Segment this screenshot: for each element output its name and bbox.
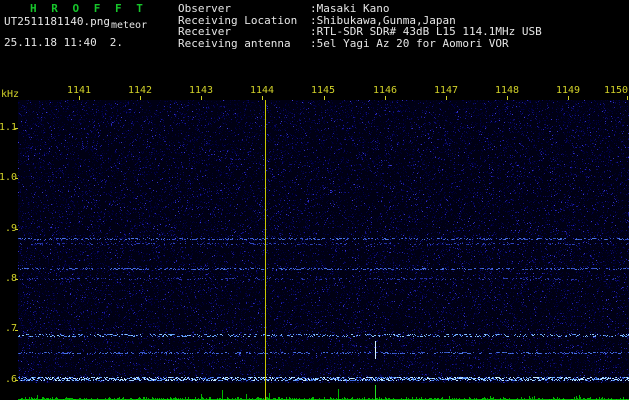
spectrogram-canvas — [18, 100, 629, 383]
info-label: Receiver — [178, 25, 231, 38]
x-tick-label: 1150 — [603, 85, 629, 96]
x-tick-label: 1146 — [372, 85, 398, 96]
app-title: H R O F F T — [30, 2, 147, 15]
output-filename: UT2511181140.pngmeteor — [4, 15, 148, 31]
x-tick-label: 1145 — [310, 85, 336, 96]
info-label: Observer — [178, 2, 231, 15]
x-tick-label: 1144 — [249, 85, 275, 96]
y-tick-label: .7 — [4, 323, 17, 334]
info-label: Receiving antenna — [178, 36, 291, 50]
x-tick-label: 1141 — [66, 85, 92, 96]
datetime-line: 25.11.18 11:40 2. — [4, 36, 123, 49]
info-value: :5el Yagi Az 20 for Aomori VOR — [310, 36, 509, 50]
info-row: Receiving antenna :5el Yagi Az 20 for Aom… — [178, 36, 542, 50]
hrofft-screen: H R O F F T UT2511181140.pngmeteor 25.11… — [0, 0, 629, 400]
x-tick-label: 1148 — [494, 85, 520, 96]
meteor-tag: meteor — [110, 20, 148, 31]
datetime-text: 25.11.18 11:40 — [4, 36, 97, 49]
x-tick-label: 1149 — [555, 85, 581, 96]
echo-count: 2. — [109, 36, 123, 49]
x-tick-label: 1142 — [127, 85, 153, 96]
meteor-event-marker — [265, 100, 266, 400]
station-info: Observer:Masaki Kano Receiving Location:… — [178, 3, 542, 49]
x-tick-label: 1147 — [433, 85, 459, 96]
signal-strip-canvas — [18, 385, 629, 400]
filename-text: UT2511181140.png — [4, 15, 110, 28]
x-tick-label: 1143 — [188, 85, 214, 96]
y-axis-unit: kHz — [1, 89, 20, 100]
